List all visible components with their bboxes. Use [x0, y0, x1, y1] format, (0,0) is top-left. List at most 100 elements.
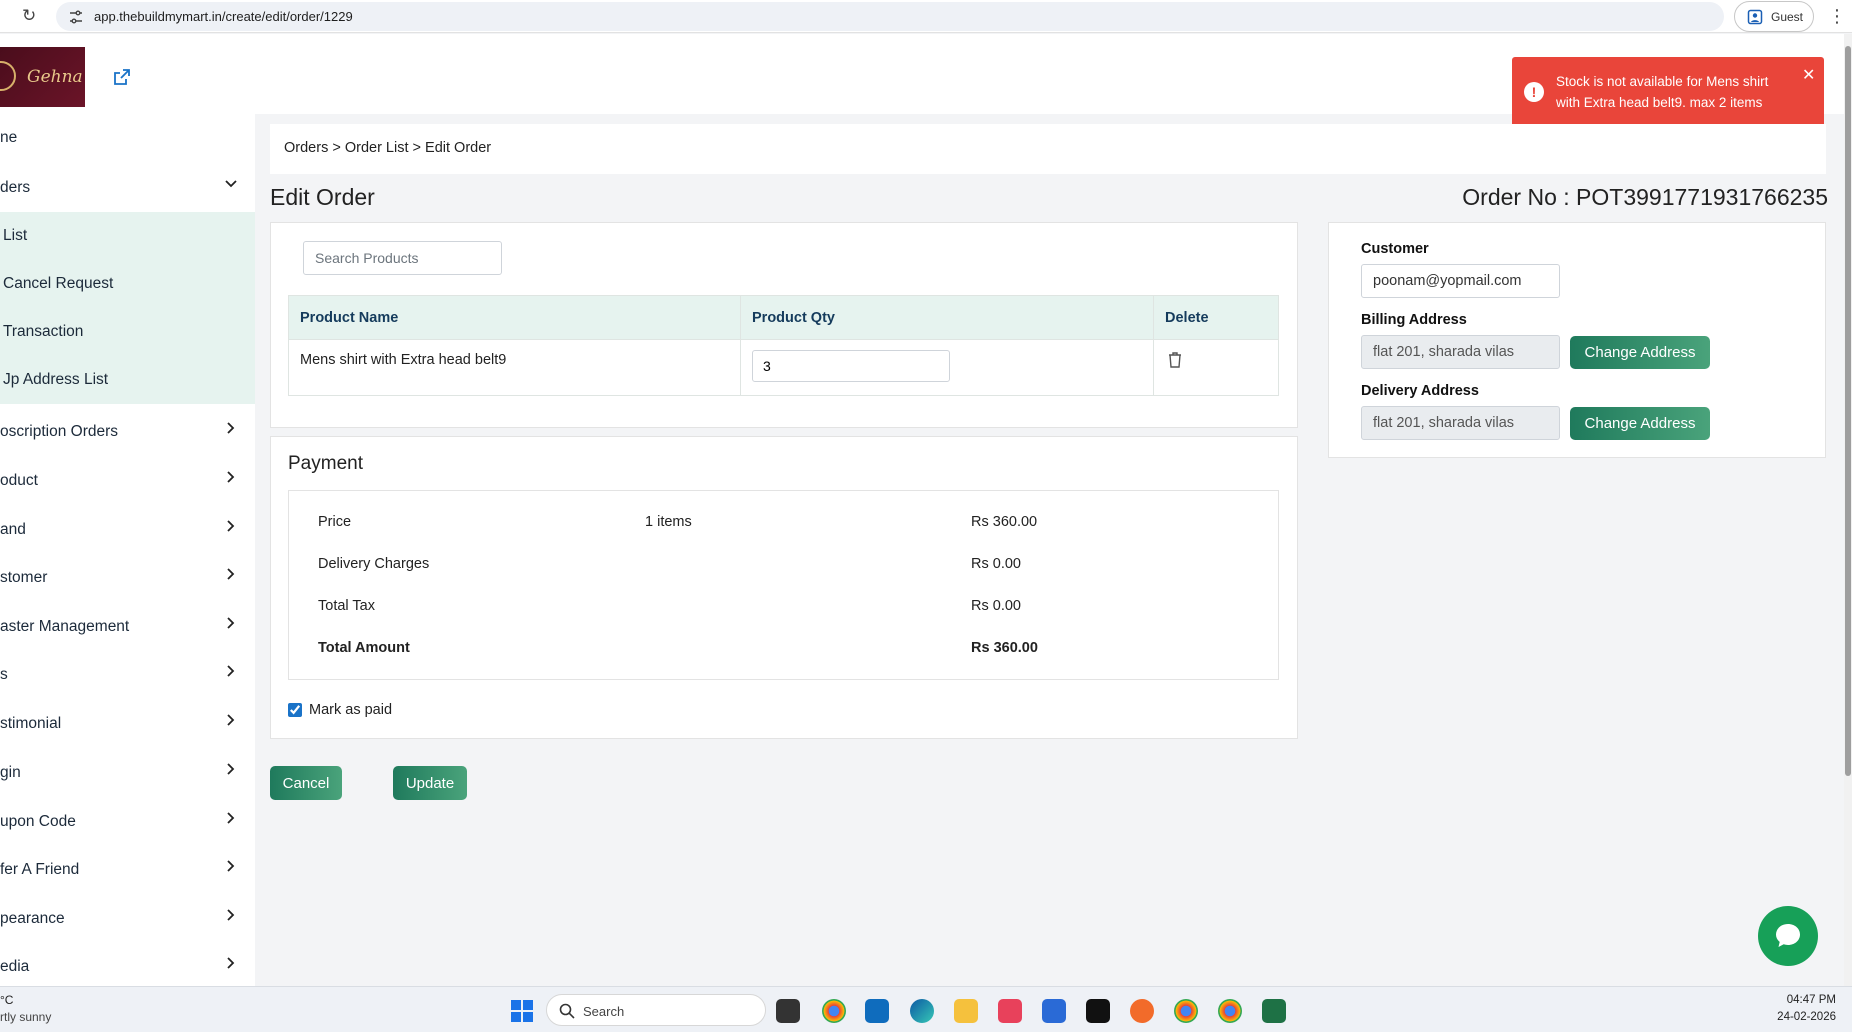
- sidebar-item-label: List: [3, 227, 28, 244]
- sidebar-item-label: upon Code: [0, 813, 76, 830]
- edge-icon[interactable]: [910, 999, 934, 1023]
- payment-amount: Rs 0.00: [971, 556, 1021, 572]
- snipping-tool-icon[interactable]: [998, 999, 1022, 1023]
- sidebar-item-brand[interactable]: and: [0, 506, 255, 554]
- notepad-icon[interactable]: [1042, 999, 1066, 1023]
- site-info-icon[interactable]: [68, 9, 84, 25]
- sidebar-item-login[interactable]: gin: [0, 749, 255, 797]
- sidebar-item-label: edia: [0, 958, 30, 975]
- sidebar-item-label: stimonial: [0, 715, 62, 732]
- weather-description[interactable]: rtly sunny: [0, 1010, 51, 1024]
- task-view-icon[interactable]: [776, 999, 800, 1023]
- sidebar-item-customer[interactable]: stomer: [0, 554, 255, 602]
- payment-amount: Rs 360.00: [971, 640, 1038, 656]
- error-icon: !: [1524, 82, 1544, 102]
- billing-address-label: Billing Address: [1361, 312, 1467, 328]
- sidebar-item-refer-a-friend[interactable]: fer A Friend: [0, 846, 255, 894]
- address-bar[interactable]: app.thebuildmymart.in/create/edit/order/…: [56, 2, 1724, 31]
- excel-icon[interactable]: [1262, 999, 1286, 1023]
- sidebar-item-master-management[interactable]: aster Management: [0, 603, 255, 651]
- terminal-icon[interactable]: [1086, 999, 1110, 1023]
- breadcrumb[interactable]: Orders > Order List > Edit Order: [284, 140, 491, 156]
- delivery-address-field[interactable]: [1361, 406, 1560, 440]
- weather-temperature[interactable]: °C: [0, 993, 13, 1007]
- cancel-button[interactable]: Cancel: [270, 766, 342, 800]
- delivery-address-label: Delivery Address: [1361, 383, 1479, 399]
- breadcrumb-bar: Orders > Order List > Edit Order: [270, 124, 1826, 174]
- chevron-right-icon: [227, 763, 235, 775]
- sidebar-item-s[interactable]: s: [0, 651, 255, 699]
- close-icon[interactable]: ✕: [1802, 65, 1815, 85]
- sidebar-item-label: fer A Friend: [0, 861, 80, 878]
- sidebar-item-cancel-request[interactable]: Cancel Request: [0, 260, 255, 308]
- trash-icon[interactable]: [1165, 350, 1185, 370]
- os-taskbar: °C rtly sunny Search 04:47 PM 24-02-2026: [0, 986, 1852, 1032]
- scrollbar-thumb[interactable]: [1845, 46, 1851, 776]
- clock-date[interactable]: 24-02-2026: [1777, 1011, 1836, 1023]
- sidebar-item-label: ne: [0, 129, 18, 146]
- sidebar-item-order-list[interactable]: List: [0, 212, 255, 260]
- sidebar: ne ders List Cancel Request Transaction …: [0, 114, 255, 986]
- product-name-cell: Mens shirt with Extra head belt9: [288, 339, 741, 396]
- payment-label: Price: [318, 514, 352, 530]
- chrome-icon[interactable]: [822, 999, 846, 1023]
- sidebar-item-orders[interactable]: ders: [0, 164, 255, 212]
- windows-start-icon[interactable]: [510, 999, 534, 1023]
- external-link-icon[interactable]: [113, 68, 131, 86]
- sidebar-item-appearance[interactable]: pearance: [0, 895, 255, 943]
- sidebar-item-coupon-code[interactable]: upon Code: [0, 798, 255, 846]
- chevron-right-icon: [227, 422, 235, 434]
- taskbar-search[interactable]: Search: [546, 994, 766, 1026]
- sidebar-item-home[interactable]: ne: [0, 114, 255, 162]
- search-products-input[interactable]: [303, 241, 502, 275]
- chat-icon: [1776, 924, 1800, 947]
- chat-button[interactable]: [1758, 906, 1818, 966]
- sidebar-item-label: stomer: [0, 569, 48, 586]
- payment-row-total: Total Amount Rs 360.00: [289, 640, 1280, 664]
- chrome-profile-icon[interactable]: [1174, 999, 1198, 1023]
- mark-as-paid-label[interactable]: Mark as paid: [309, 702, 392, 718]
- sidebar-item-subscription-orders[interactable]: oscription Orders: [0, 408, 255, 456]
- postman-icon[interactable]: [1130, 999, 1154, 1023]
- customer-card: Customer Billing Address Change Address …: [1328, 222, 1826, 458]
- customer-email-input[interactable]: [1361, 264, 1560, 298]
- browser-menu-icon[interactable]: ⋮: [1828, 6, 1846, 27]
- reload-icon[interactable]: ↻: [22, 7, 40, 25]
- sidebar-item-product[interactable]: oduct: [0, 457, 255, 505]
- payment-label: Total Amount: [318, 640, 410, 656]
- sidebar-item-label: Transaction: [3, 323, 84, 340]
- payment-items: 1 items: [645, 514, 692, 530]
- clock-time[interactable]: 04:47 PM: [1787, 994, 1836, 1006]
- sidebar-item-testimonial[interactable]: stimonial: [0, 700, 255, 748]
- error-toast: ! Stock is not available for Mens shirt …: [1512, 57, 1824, 128]
- brand-logo[interactable]: Gehna: [0, 47, 85, 107]
- billing-address-field[interactable]: [1361, 335, 1560, 369]
- chevron-right-icon: [227, 568, 235, 580]
- payment-label: Total Tax: [318, 598, 375, 614]
- file-explorer-icon[interactable]: [954, 999, 978, 1023]
- change-delivery-address-button[interactable]: Change Address: [1570, 407, 1710, 440]
- vscode-icon[interactable]: [865, 999, 889, 1023]
- page-scrollbar[interactable]: [1844, 34, 1852, 986]
- column-header-delete: Delete: [1153, 295, 1279, 340]
- product-qty-input[interactable]: [752, 350, 950, 382]
- sidebar-item-transaction[interactable]: Transaction: [0, 308, 255, 356]
- page-title: Edit Order: [270, 184, 375, 210]
- sidebar-item-label: gin: [0, 764, 21, 781]
- chevron-right-icon: [227, 617, 235, 629]
- sidebar-item-label: pearance: [0, 910, 65, 927]
- sidebar-item-label: oscription Orders: [0, 423, 119, 440]
- mark-as-paid-checkbox[interactable]: [288, 703, 302, 717]
- toast-message: Stock is not available for Mens shirt wi…: [1556, 74, 1769, 110]
- profile-button[interactable]: Guest: [1734, 1, 1814, 32]
- chevron-right-icon: [227, 957, 235, 969]
- sidebar-item-media[interactable]: edia: [0, 943, 255, 986]
- chevron-right-icon: [227, 909, 235, 921]
- update-button[interactable]: Update: [393, 766, 467, 800]
- customer-label: Customer: [1361, 241, 1429, 257]
- chrome-profile-2-icon[interactable]: [1218, 999, 1242, 1023]
- change-billing-address-button[interactable]: Change Address: [1570, 336, 1710, 369]
- sidebar-item-pickup-address-list[interactable]: Jp Address List: [0, 356, 255, 404]
- payment-card: Payment Price 1 items Rs 360.00 Delivery…: [270, 436, 1298, 739]
- browser-toolbar: ↻ app.thebuildmymart.in/create/edit/orde…: [0, 0, 1852, 33]
